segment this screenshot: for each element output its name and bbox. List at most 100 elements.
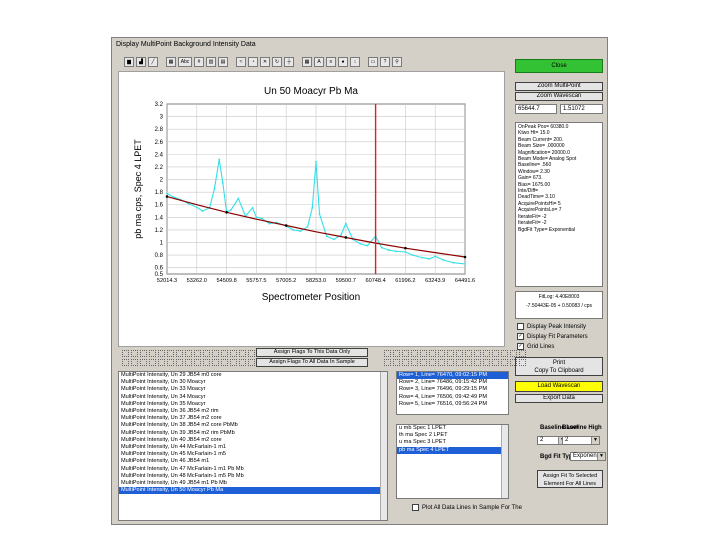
bgd-fit-type-select[interactable]: Exponen ▼ — [570, 452, 606, 461]
y-tick-label: 1 — [160, 241, 164, 247]
copy-icon[interactable]: ▭ — [368, 57, 378, 67]
data-list-item[interactable]: MultiPoint Intensity, Un 39 JB54 m2 rim … — [119, 430, 387, 437]
data-list-scrollbar[interactable] — [380, 372, 387, 520]
bar-chart-icon[interactable]: ▆ — [124, 57, 134, 67]
table-icon[interactable]: ▦ — [166, 57, 176, 67]
checkbox-box[interactable]: ✓ — [517, 333, 524, 340]
measured-point — [421, 256, 424, 259]
data-list-item[interactable]: MultiPoint Intensity, Un 45 McFarlain-1 … — [119, 451, 387, 458]
flag-checkboxes-right-1[interactable] — [384, 350, 528, 357]
plot-all-checkbox[interactable]: Plot All Data Lines In Sample For The — [412, 504, 522, 511]
grid-icon[interactable]: # — [194, 57, 204, 67]
data-list-item[interactable]: MultiPoint Intensity, Un 48 McFarlain-1 … — [119, 473, 387, 480]
data-list-item[interactable]: MultiPoint Intensity, Un 47 McFarlain-1 … — [119, 466, 387, 473]
export-data-button[interactable]: Export Data — [515, 394, 603, 403]
display-peak-intensity-checkbox[interactable]: Display Peak Intensity — [517, 323, 586, 330]
chart-options-icon[interactable]: ▤ — [218, 57, 228, 67]
load-wavescan-button[interactable]: Load Wavescan — [515, 381, 603, 392]
baseline-high-select[interactable]: 2 ▼ — [562, 436, 600, 445]
rotate-icon[interactable]: ↻ — [272, 57, 282, 67]
data-list-item[interactable]: MultiPoint Intensity, Un 38 JB54 m2 core… — [119, 422, 387, 429]
flag-checkboxes-left-2[interactable] — [122, 359, 266, 366]
line-style-icon[interactable]: ≈ — [236, 57, 246, 67]
data-list-item[interactable]: MultiPoint Intensity, Un 36 JB54 m2 rim — [119, 408, 387, 415]
data-list-item[interactable]: MultiPoint Intensity, Un 49 JB54 m1 Pb M… — [119, 480, 387, 487]
flag-checkboxes-right-2[interactable] — [384, 359, 528, 366]
chevron-down-icon[interactable]: ▼ — [591, 437, 599, 444]
measured-point — [428, 257, 431, 260]
measured-point — [332, 238, 335, 241]
spec-list-scrollbar[interactable] — [501, 425, 508, 498]
data-list-item[interactable]: MultiPoint Intensity, Un 40 JB54 m2 core — [119, 437, 387, 444]
legend-icon[interactable]: ≡ — [326, 57, 336, 67]
spec-list-item[interactable]: u ma Spec 3 LPET — [397, 439, 508, 446]
grid-lines-icon[interactable]: ▦ — [302, 57, 312, 67]
measured-point — [344, 222, 347, 225]
y-tick-label: 0.6 — [155, 266, 164, 272]
pie-icon[interactable]: ◔ — [248, 57, 258, 67]
data-list-item[interactable]: MultiPoint Intensity, Un 46 JB54 m1 — [119, 458, 387, 465]
measured-point — [230, 208, 233, 211]
assign-fit-line1: Assign Fit To Selected — [542, 473, 598, 479]
data-list-item[interactable]: MultiPoint Intensity, Un 37 JB54 m2 core — [119, 415, 387, 422]
font-icon[interactable]: A — [314, 57, 324, 67]
print-copy-button[interactable]: Print Copy To Clipboard — [515, 357, 603, 376]
help-icon[interactable]: ? — [380, 57, 390, 67]
area-chart-icon[interactable]: ▟ — [136, 57, 146, 67]
zoom-multipoint-button[interactable]: Zoom MultiPoint — [515, 82, 603, 91]
y-tick-label: 2 — [160, 178, 164, 184]
data-list-item[interactable]: MultiPoint Intensity, Un 50 Moacyr Pb Ma — [119, 487, 387, 495]
row-list-item[interactable]: Row= 5, Line= 76516, 09:56:24 PM — [397, 401, 508, 408]
chevron-down-icon[interactable]: ▼ — [597, 453, 605, 460]
multipoint-window: Display MultiPoint Background Intensity … — [111, 37, 608, 525]
spectrometer-list[interactable]: u mb Spec 1 LPET th ma Spec 2 LPET u ma Sp… — [396, 424, 509, 499]
cursor-x-field: 65644.7 — [515, 104, 557, 114]
multipoint-data-list[interactable]: MultiPoint Intensity, Un 29 JB54 m0 core… — [118, 371, 388, 521]
row-list-item[interactable]: Row= 1, Line= 76470, 09:02:15 PM — [397, 372, 508, 380]
display-fit-parameters-checkbox[interactable]: ✓ Display Fit Parameters — [517, 333, 588, 340]
line-chart-icon[interactable]: ╱ — [148, 57, 158, 67]
data-list-item[interactable]: MultiPoint Intensity, Un 44 McFarlain-1 … — [119, 444, 387, 451]
symbol-icon[interactable]: ✕ — [260, 57, 270, 67]
checkbox-label: Display Fit Parameters — [527, 334, 588, 341]
assign-flags-all-button[interactable]: Assign Flags To All Data In Sample — [256, 358, 368, 367]
spec-list-item[interactable]: th ma Spec 2 LPET — [397, 432, 508, 439]
x-tick-label: 63243.9 — [425, 278, 445, 284]
checkbox-box[interactable] — [517, 323, 524, 330]
measured-point — [318, 213, 321, 216]
stacked-bar-icon[interactable]: ▥ — [206, 57, 216, 67]
zoom-icon[interactable]: ⚲ — [392, 57, 402, 67]
palette-icon[interactable]: ● — [338, 57, 348, 67]
scale-icon[interactable]: ↕ — [350, 57, 360, 67]
measured-point — [452, 261, 455, 264]
flag-checkboxes-left-1[interactable] — [122, 350, 266, 357]
assign-fit-button[interactable]: Assign Fit To Selected Element For All L… — [537, 470, 603, 488]
close-button[interactable]: Close — [515, 59, 603, 73]
checkbox-label: Display Peak Intensity — [527, 324, 587, 331]
measured-point — [268, 222, 271, 225]
data-list-item[interactable]: MultiPoint Intensity, Un 33 Moacyr — [119, 386, 387, 393]
baseline-low-value: 2 — [540, 437, 544, 443]
data-list-item[interactable]: MultiPoint Intensity, Un 29 JB54 m0 core — [119, 372, 387, 379]
data-list-item[interactable]: MultiPoint Intensity, Un 30 Moacyr — [119, 379, 387, 386]
x-tick-label: 54509.8 — [216, 278, 236, 284]
data-list-item[interactable]: MultiPoint Intensity, Un 34 Moacyr — [119, 394, 387, 401]
checkbox-box[interactable] — [412, 504, 419, 511]
y-tick-label: 1.2 — [155, 228, 164, 234]
row-list-item[interactable]: Row= 2, Line= 76486, 09:15:42 PM — [397, 379, 508, 386]
abc-label-icon[interactable]: Abc — [178, 57, 192, 67]
measured-point — [292, 229, 295, 231]
checkbox-box[interactable]: ✓ — [517, 343, 524, 350]
spec-list-item[interactable]: u mb Spec 1 LPET — [397, 425, 508, 432]
rows-list[interactable]: Row= 1, Line= 76470, 09:02:15 PM Row= 2, … — [396, 371, 509, 415]
y-tick-label: 1.4 — [155, 215, 164, 221]
spec-list-item[interactable]: pb ma Spec 4 LPET — [397, 446, 508, 454]
row-list-item[interactable]: Row= 3, Line= 76496, 09:29:15 PM — [397, 386, 508, 393]
data-list-item[interactable]: MultiPoint Intensity, Un 35 Moacyr — [119, 401, 387, 408]
x-tick-label: 53262.0 — [187, 278, 207, 284]
row-list-item[interactable]: Row= 4, Line= 76506, 09:42:49 PM — [397, 394, 508, 401]
axis-icon[interactable]: ┼ — [284, 57, 294, 67]
measured-point — [201, 210, 204, 212]
assign-flags-this-button[interactable]: Assign Flags To This Data Only — [256, 348, 368, 357]
zoom-wavescan-button[interactable]: Zoom Wavescan — [515, 92, 603, 101]
